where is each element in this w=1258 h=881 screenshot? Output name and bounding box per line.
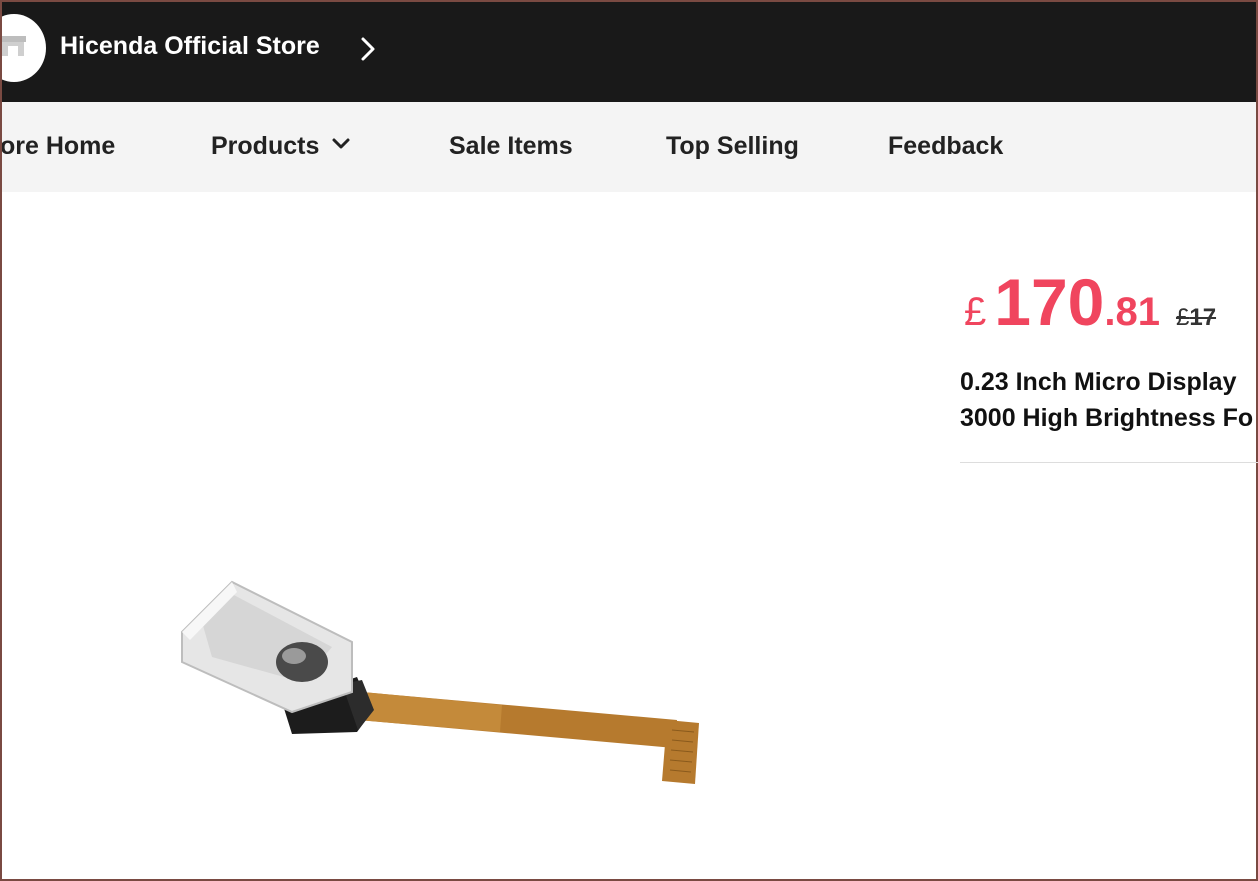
original-price-value: 17	[1189, 304, 1217, 331]
store-nav: ore Home Products Sale Items Top Selling…	[2, 102, 1256, 192]
nav-products[interactable]: Products	[211, 132, 351, 161]
product-title-line-1: 0.23 Inch Micro Display	[960, 368, 1237, 396]
price-currency: £	[964, 290, 987, 334]
store-logo[interactable]	[2, 14, 46, 82]
product-title: 0.23 Inch Micro Display 3000 High Bright…	[960, 364, 1258, 436]
store-name-link[interactable]: Hicenda Official Store	[60, 32, 320, 61]
nav-products-label: Products	[211, 132, 320, 160]
original-price: £17	[1176, 304, 1216, 331]
price-integer: 170	[994, 265, 1105, 339]
nav-feedback[interactable]: Feedback	[888, 132, 1003, 161]
store-icon	[2, 36, 26, 56]
product-image[interactable]	[162, 562, 722, 802]
price-block: £170.81 £17	[964, 264, 1216, 340]
chevron-right-icon[interactable]	[360, 36, 376, 62]
original-price-currency: £	[1175, 304, 1190, 331]
chevron-down-icon	[332, 138, 350, 149]
price-decimal: .81	[1104, 290, 1160, 334]
nav-top-selling[interactable]: Top Selling	[666, 132, 799, 161]
product-title-line-2: 3000 High Brightness Fo	[960, 404, 1254, 432]
nav-sale-items[interactable]: Sale Items	[449, 132, 573, 161]
nav-store-home[interactable]: ore Home	[2, 132, 115, 161]
store-header: Hicenda Official Store	[2, 2, 1256, 102]
divider	[960, 462, 1258, 463]
